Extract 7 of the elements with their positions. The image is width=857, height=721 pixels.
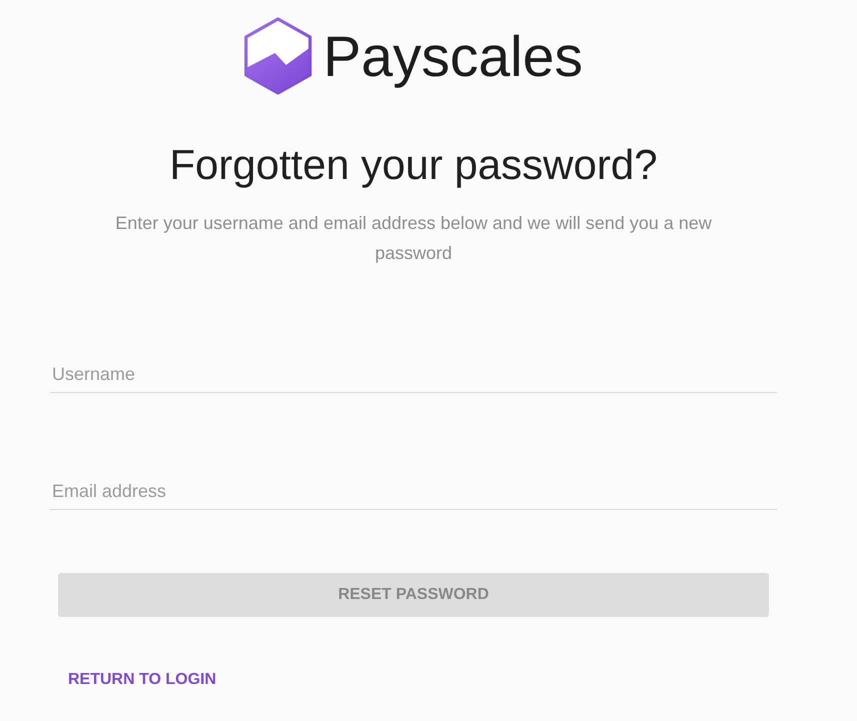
brand-name: Payscales (323, 24, 583, 90)
input-field[interactable]: Username (50, 360, 777, 393)
logo-icon (244, 17, 312, 95)
page-heading: Forgotten your password? (170, 141, 658, 189)
input-field[interactable]: Email address (50, 477, 777, 510)
instructions-text: Enter your username and email address below and we will send you a new password (114, 212, 713, 265)
return-to-login-link[interactable]: RETURN TO LOGIN (58, 662, 226, 698)
